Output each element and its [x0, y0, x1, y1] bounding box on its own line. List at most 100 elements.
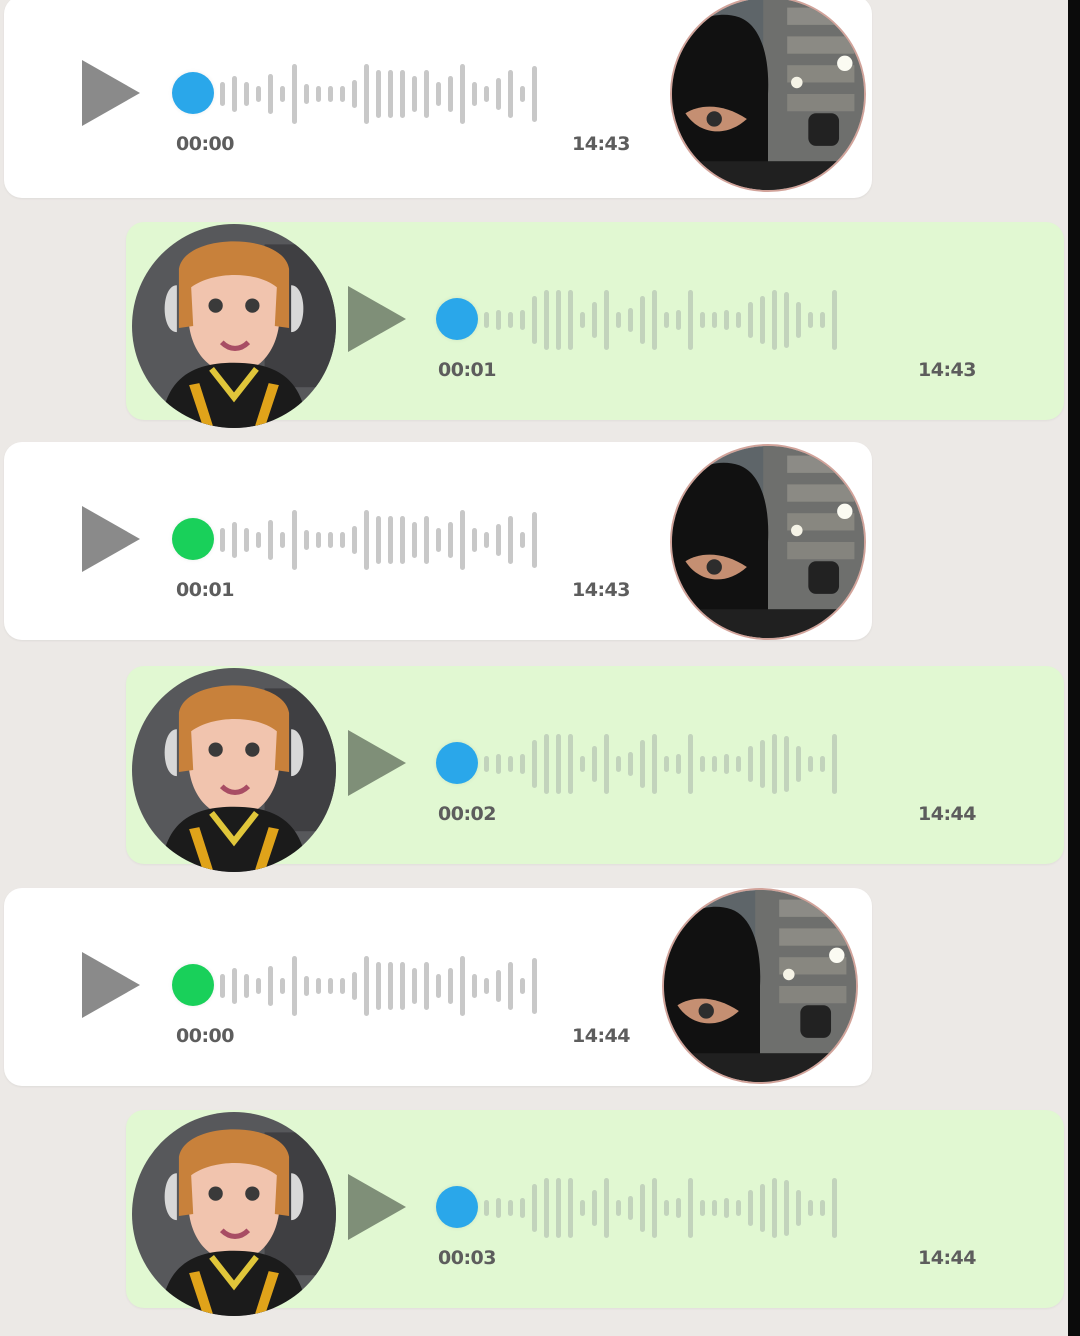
waveform-bar: [808, 312, 813, 328]
progress-dot[interactable]: [436, 1186, 478, 1228]
waveform-bar: [268, 74, 273, 114]
waveform-bar: [316, 978, 321, 994]
waveform-bar: [220, 82, 225, 106]
waveform-bar: [304, 530, 309, 550]
girl-avatar[interactable]: [132, 1112, 336, 1316]
waveform-bar: [556, 734, 561, 794]
waveform-bar: [460, 64, 465, 124]
waveform-bar: [712, 756, 717, 772]
waveform-bar: [460, 956, 465, 1016]
waveform-bar: [808, 756, 813, 772]
waveform-bar: [604, 290, 609, 350]
play-icon[interactable]: [82, 60, 140, 126]
audio-waveform-track[interactable]: [172, 62, 662, 126]
waveform-bar: [724, 310, 729, 330]
waveform-bar: [532, 740, 537, 788]
progress-dot[interactable]: [436, 742, 478, 784]
progress-dot[interactable]: [172, 72, 214, 114]
waveform-bar: [532, 512, 537, 568]
waveform-bar: [316, 532, 321, 548]
masked-person-avatar[interactable]: [662, 888, 858, 1084]
waveform-bar: [256, 978, 261, 994]
waveform-bar: [520, 310, 525, 330]
waveform-bar: [364, 510, 369, 570]
waveform-bar: [532, 958, 537, 1014]
audio-waveform-track[interactable]: [172, 954, 662, 1018]
waveform-bar: [580, 1200, 585, 1216]
play-icon[interactable]: [82, 506, 140, 572]
waveform-bar: [772, 290, 777, 350]
play-icon[interactable]: [348, 286, 406, 352]
waveform-bar: [748, 746, 753, 782]
audio-waveform-track[interactable]: [172, 508, 662, 572]
play-icon[interactable]: [348, 730, 406, 796]
waveform-bar: [796, 1190, 801, 1226]
waveform-bar: [748, 302, 753, 338]
voice-message-bubble[interactable]: 00:01 14:43: [126, 222, 1064, 428]
progress-dot[interactable]: [172, 518, 214, 560]
masked-person-avatar[interactable]: [670, 444, 866, 640]
waveform-bar: [508, 516, 513, 564]
waveform-bar: [292, 956, 297, 1016]
waveform-bar: [472, 82, 477, 106]
waveform-bar: [556, 290, 561, 350]
elapsed-time: 00:02: [438, 803, 496, 825]
waveform-bar: [508, 962, 513, 1010]
waveform-bar: [508, 756, 513, 772]
waveform-bar: [568, 290, 573, 350]
waveform-bar: [376, 70, 381, 118]
waveform-bar: [400, 962, 405, 1010]
waveform-bar: [712, 312, 717, 328]
waveform-bar: [220, 528, 225, 552]
voice-message-bubble[interactable]: 00:02 14:44: [126, 666, 1064, 872]
voice-message-bubble[interactable]: 00:00 14:43: [4, 0, 872, 198]
waveform-bar: [664, 756, 669, 772]
waveform-bar: [592, 302, 597, 338]
waveform-bar: [304, 84, 309, 104]
waveform-bar: [520, 86, 525, 102]
waveform-bar: [796, 302, 801, 338]
girl-avatar[interactable]: [132, 224, 336, 428]
play-icon[interactable]: [82, 952, 140, 1018]
waveform-bar: [508, 70, 513, 118]
waveform-bar: [676, 754, 681, 774]
message-time: 14:43: [572, 579, 630, 601]
voice-message-bubble[interactable]: 00:01 14:43: [4, 442, 872, 640]
waveform-bar: [328, 978, 333, 994]
waveform-bar: [364, 956, 369, 1016]
waveform-bar: [388, 962, 393, 1010]
audio-waveform-track[interactable]: [436, 288, 1006, 352]
waveform-bar: [520, 978, 525, 994]
waveform-bar: [784, 292, 789, 348]
waveform-bar: [628, 308, 633, 332]
waveform-bar: [412, 76, 417, 112]
masked-person-avatar[interactable]: [670, 0, 866, 192]
voice-message-bubble[interactable]: 00:00 14:44: [4, 888, 872, 1086]
waveform-bar: [712, 1200, 717, 1216]
waveform-bar: [652, 1178, 657, 1238]
waveform-bar: [544, 1178, 549, 1238]
waveform-bar: [472, 974, 477, 998]
waveform-bar: [268, 966, 273, 1006]
audio-waveform-track[interactable]: [436, 1176, 1006, 1240]
waveform-bar: [280, 532, 285, 548]
waveform-bar: [352, 526, 357, 554]
waveform-bar: [628, 1196, 633, 1220]
waveform-bar: [484, 312, 489, 328]
waveform-bar: [448, 968, 453, 1004]
message-time: 14:44: [918, 803, 976, 825]
audio-waveform-track[interactable]: [436, 732, 1006, 796]
voice-message-bubble[interactable]: 00:03 14:44: [126, 1110, 1064, 1316]
play-icon[interactable]: [348, 1174, 406, 1240]
waveform-bar: [436, 82, 441, 106]
progress-dot[interactable]: [436, 298, 478, 340]
waveform-bar: [424, 70, 429, 118]
waveform-bar: [832, 734, 837, 794]
waveform-bar: [568, 734, 573, 794]
waveform-bar: [436, 974, 441, 998]
waveform-bar: [532, 66, 537, 122]
girl-avatar[interactable]: [132, 668, 336, 872]
message-time: 14:44: [572, 1025, 630, 1047]
waveform-bar: [232, 76, 237, 112]
progress-dot[interactable]: [172, 964, 214, 1006]
